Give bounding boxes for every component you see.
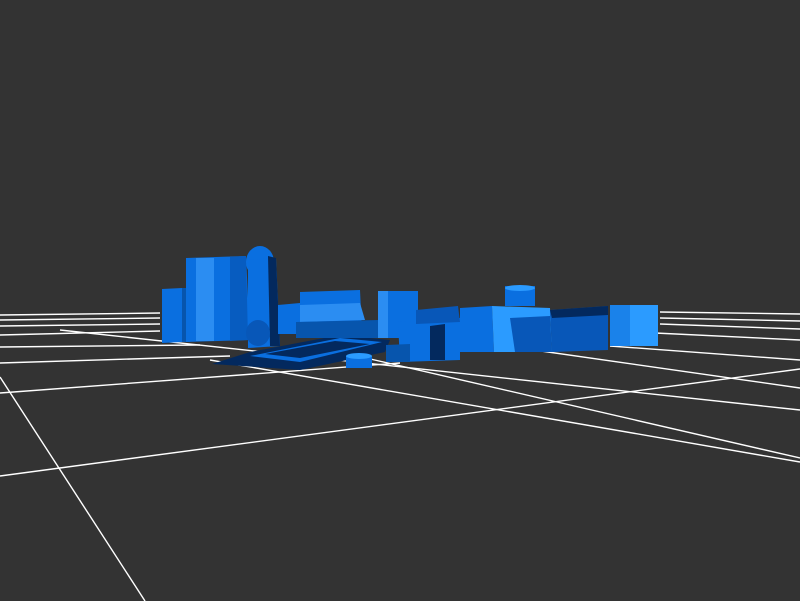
scene-canvas[interactable] <box>0 0 800 601</box>
model-part <box>296 320 380 338</box>
model-part <box>162 288 182 343</box>
model-part <box>430 324 445 360</box>
model-part <box>378 291 388 338</box>
model-part <box>346 353 372 359</box>
model-part <box>460 306 494 352</box>
model-part <box>230 256 248 341</box>
3d-viewport[interactable] <box>0 0 800 601</box>
model-part <box>300 303 365 322</box>
model-part <box>510 316 552 352</box>
model-part <box>505 285 535 291</box>
model-part <box>246 320 270 346</box>
model-part <box>386 344 410 362</box>
model-part <box>196 258 214 341</box>
model-part <box>610 305 630 346</box>
